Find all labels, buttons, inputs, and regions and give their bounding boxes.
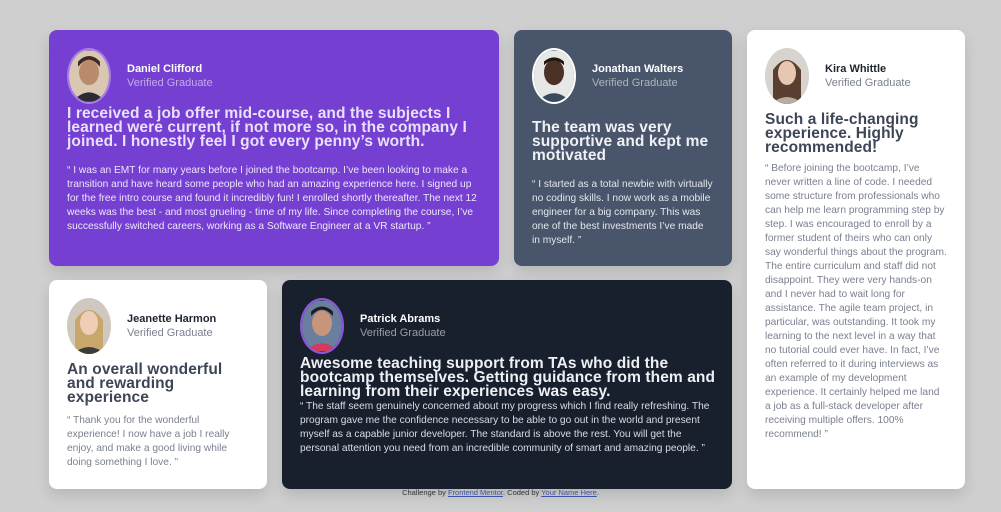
author-name: Patrick Abrams: [360, 313, 441, 325]
testimonial-quote: “ Thank you for the wonderful experience…: [67, 415, 230, 468]
avatar: [300, 298, 344, 354]
card-header: Jonathan Walters Verified Graduate: [532, 48, 683, 104]
author-link[interactable]: Your Name Here: [541, 488, 597, 497]
testimonial-card-jeanette: Jeanette Harmon Verified Graduate An ove…: [49, 280, 267, 489]
author-name: Daniel Clifford: [127, 63, 203, 75]
author-name: Kira Whittle: [825, 63, 887, 75]
card-header: Kira Whittle Verified Graduate: [765, 48, 911, 104]
avatar: [67, 48, 111, 104]
attribution: Challenge by Frontend Mentor. Coded by Y…: [0, 488, 1001, 497]
testimonial-headline: I received a job offer mid-course, and t…: [67, 105, 467, 150]
card-header: Daniel Clifford Verified Graduate: [67, 48, 213, 104]
author-name: Jeanette Harmon: [127, 313, 217, 325]
attribution-suffix: .: [596, 488, 599, 497]
author-role: Verified Graduate: [825, 77, 911, 89]
testimonial-headline: The team was very supportive and kept me…: [532, 119, 709, 164]
author-name: Jonathan Walters: [592, 63, 684, 75]
testimonial-card-patrick: Patrick Abrams Verified Graduate Awesome…: [282, 280, 732, 489]
avatar: [67, 298, 111, 354]
avatar: [765, 48, 809, 104]
testimonial-headline: Such a life-changing experience. Highly …: [765, 111, 919, 156]
author-role: Verified Graduate: [127, 77, 213, 89]
testimonial-quote: “ I was an EMT for many years before I j…: [67, 165, 477, 232]
attribution-prefix: Challenge by: [402, 488, 446, 497]
frontend-mentor-link[interactable]: Frontend Mentor: [448, 488, 503, 497]
author-role: Verified Graduate: [592, 77, 678, 89]
testimonial-card-kira: Kira Whittle Verified Graduate Such a li…: [747, 30, 965, 489]
author-role: Verified Graduate: [127, 327, 213, 339]
card-header: Patrick Abrams Verified Graduate: [300, 298, 446, 354]
testimonial-card-jonathan: Jonathan Walters Verified Graduate The t…: [514, 30, 732, 266]
attribution-middle: . Coded by: [502, 488, 540, 497]
avatar: [532, 48, 576, 104]
testimonial-quote: “ I started as a total newbie with virtu…: [532, 179, 713, 246]
testimonial-headline: An overall wonderful and rewarding exper…: [67, 361, 223, 406]
testimonial-headline: Awesome teaching support from TAs who di…: [300, 355, 716, 400]
testimonial-card-daniel: Daniel Clifford Verified Graduate I rece…: [49, 30, 499, 266]
testimonial-quote: “ Before joining the bootcamp, I’ve neve…: [765, 163, 947, 440]
testimonial-quote: “ The staff seem genuinely concerned abo…: [300, 401, 710, 454]
author-role: Verified Graduate: [360, 327, 446, 339]
card-header: Jeanette Harmon Verified Graduate: [67, 298, 216, 354]
